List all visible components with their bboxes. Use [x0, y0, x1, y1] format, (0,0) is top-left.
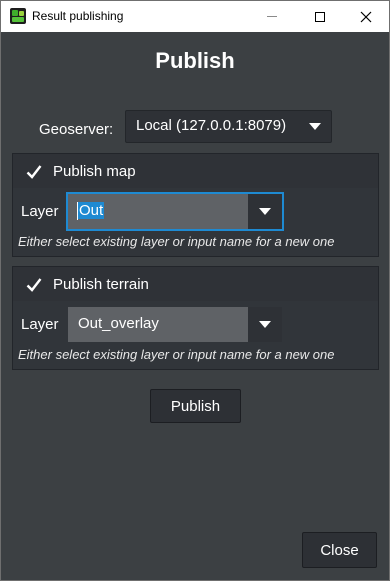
terrain-layer-hint: Either select existing layer or input na…	[18, 347, 335, 362]
publish-map-group: Publish map Layer Out Either select exis…	[12, 153, 379, 257]
close-icon	[360, 11, 372, 22]
map-layer-combobox[interactable]: Out	[66, 192, 284, 231]
map-layer-value: Out	[78, 202, 105, 219]
maximize-icon	[315, 11, 325, 22]
publish-terrain-checkbox[interactable]	[26, 277, 42, 293]
map-layer-label: Layer	[21, 203, 59, 220]
publish-map-header: Publish map	[13, 154, 378, 188]
geoserver-value: Local (127.0.0.1:8079)	[136, 117, 287, 134]
chevron-down-icon[interactable]	[248, 194, 282, 229]
publish-terrain-header: Publish terrain	[13, 267, 378, 301]
app-logo-icon	[10, 8, 26, 24]
title-bar[interactable]: Result publishing	[1, 1, 389, 32]
chevron-down-icon[interactable]	[299, 111, 331, 142]
dialog-window: Result publishing Publish Geoserver: Loc…	[0, 0, 390, 581]
terrain-layer-value: Out_overlay	[78, 315, 159, 332]
geoserver-select[interactable]: Local (127.0.0.1:8079)	[125, 110, 332, 143]
close-window-button[interactable]	[343, 1, 389, 32]
publish-map-checkbox[interactable]	[26, 164, 42, 180]
maximize-button[interactable]	[297, 1, 343, 32]
geoserver-label: Geoserver:	[39, 121, 114, 138]
close-button[interactable]: Close	[302, 532, 377, 568]
publish-button[interactable]: Publish	[150, 389, 241, 423]
terrain-layer-label: Layer	[21, 316, 59, 333]
dialog-body: Publish Geoserver: Local (127.0.0.1:8079…	[1, 32, 389, 580]
publish-map-label[interactable]: Publish map	[53, 163, 136, 180]
map-layer-hint: Either select existing layer or input na…	[18, 234, 335, 249]
page-title: Publish	[155, 48, 235, 73]
minimize-button[interactable]	[249, 1, 295, 32]
window-title: Result publishing	[32, 9, 124, 23]
publish-terrain-label[interactable]: Publish terrain	[53, 276, 149, 293]
map-layer-input[interactable]: Out	[68, 194, 248, 229]
minimize-icon	[267, 16, 277, 17]
publish-terrain-group: Publish terrain Layer Out_overlay Either…	[12, 266, 379, 370]
terrain-layer-input[interactable]: Out_overlay	[68, 307, 248, 342]
terrain-layer-combobox[interactable]: Out_overlay	[68, 307, 282, 342]
chevron-down-icon[interactable]	[248, 307, 282, 342]
